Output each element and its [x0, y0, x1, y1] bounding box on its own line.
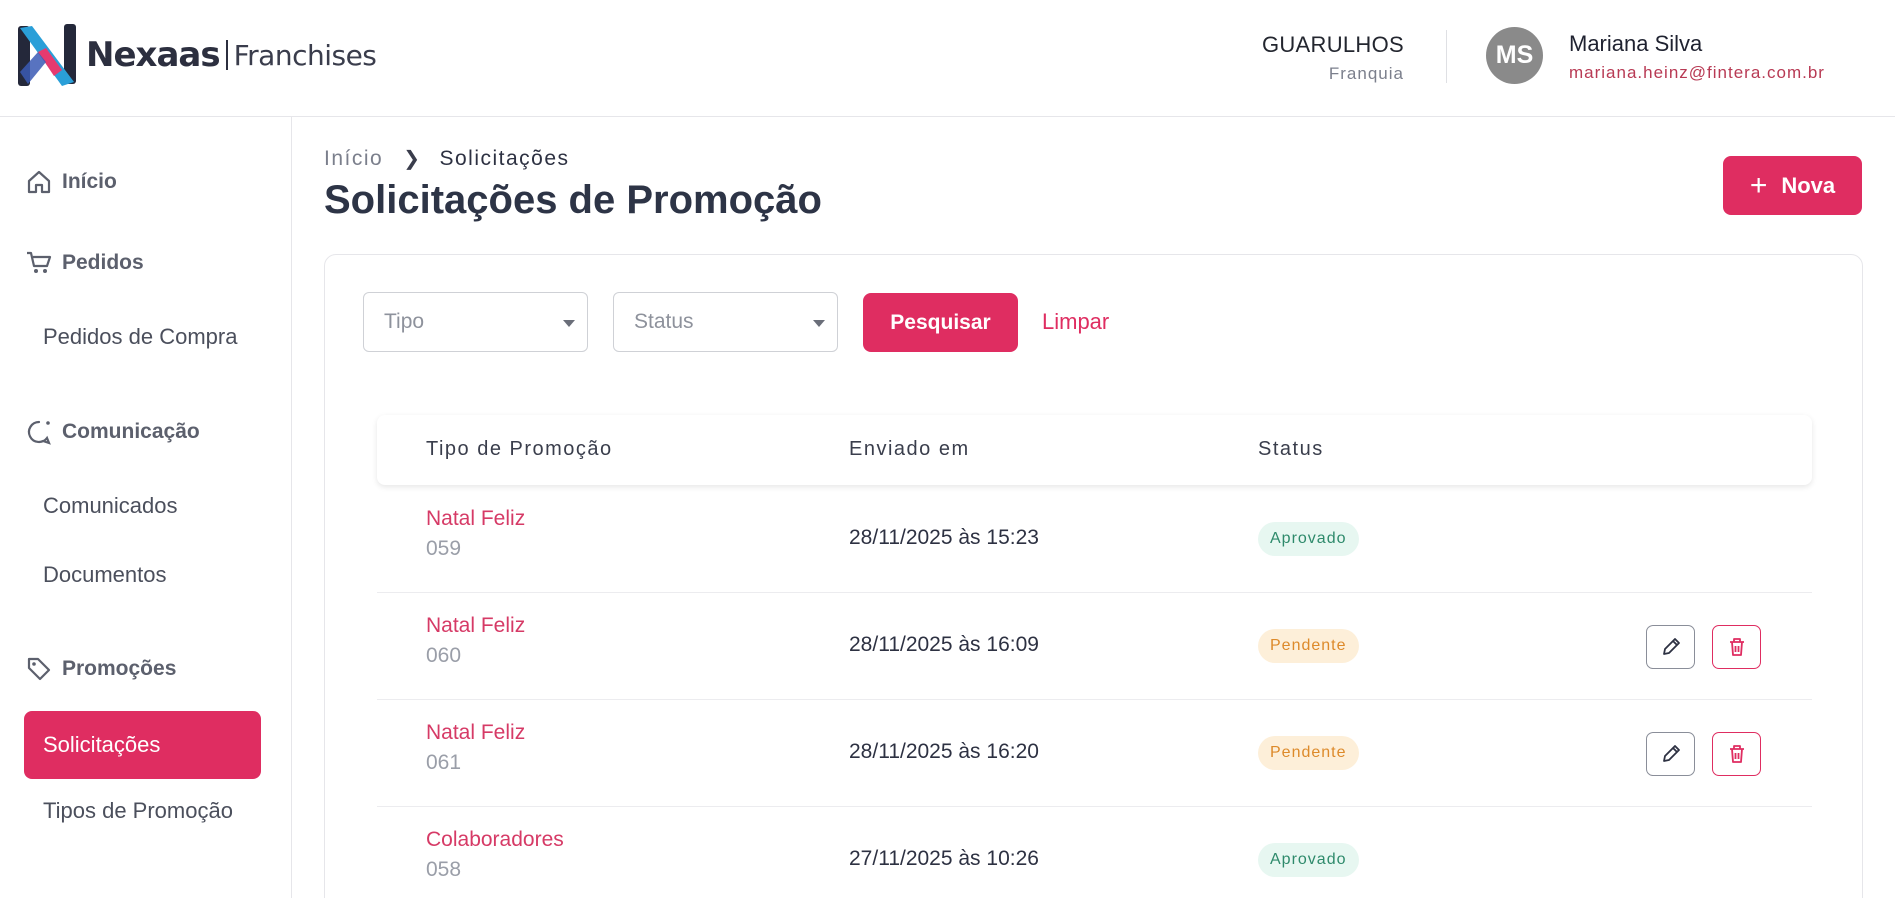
- delete-button[interactable]: [1712, 625, 1761, 669]
- sidebar-section-promotions[interactable]: Promoções: [26, 656, 176, 682]
- sent-date: 27/11/2025 às 10:26: [849, 847, 1039, 870]
- table-row[interactable]: Natal Feliz 059 28/11/2025 às 15:23 Apro…: [377, 486, 1812, 593]
- status-filter-placeholder: Status: [634, 310, 694, 333]
- promotion-type-link[interactable]: Natal Feliz: [426, 721, 525, 745]
- sent-date: 28/11/2025 às 16:09: [849, 633, 1039, 656]
- sidebar-item-label: Promoções: [62, 657, 177, 680]
- table-header: Tipo de Promoção Enviado em Status: [377, 415, 1812, 485]
- sidebar-item-requests[interactable]: Solicitações: [24, 711, 261, 779]
- status-badge: Pendente: [1258, 736, 1359, 770]
- breadcrumb-current: Solicitações: [439, 146, 570, 170]
- home-icon: [27, 170, 51, 194]
- edit-button[interactable]: [1646, 625, 1695, 669]
- branch-selector[interactable]: GUARULHOS Franquia: [1262, 32, 1404, 84]
- user-info[interactable]: Mariana Silva mariana.heinz@fintera.com.…: [1569, 31, 1825, 83]
- caret-down-icon: [813, 320, 825, 327]
- brand-subtitle: Franchises: [233, 38, 377, 72]
- brand-separator: [225, 40, 228, 70]
- search-button[interactable]: Pesquisar: [863, 293, 1018, 352]
- sent-date: 28/11/2025 às 16:20: [849, 740, 1039, 763]
- sidebar-item-label: Início: [62, 170, 117, 193]
- promotion-type-link[interactable]: Colaboradores: [426, 828, 564, 852]
- edit-button[interactable]: [1646, 732, 1695, 776]
- column-header-sent: Enviado em: [849, 438, 970, 460]
- sidebar-item-documents[interactable]: Documentos: [43, 562, 167, 588]
- user-email: mariana.heinz@fintera.com.br: [1569, 63, 1825, 82]
- caret-down-icon: [563, 320, 575, 327]
- breadcrumb-home[interactable]: Início: [324, 147, 383, 171]
- header-divider: [1446, 30, 1447, 83]
- brand-logo[interactable]: Nexaas Franchises: [16, 22, 377, 88]
- status-badge: Aprovado: [1258, 522, 1359, 556]
- branch-name: GUARULHOS: [1261, 32, 1404, 57]
- column-header-type: Tipo de Promoção: [426, 438, 613, 460]
- type-filter-select[interactable]: Tipo: [363, 292, 588, 352]
- status-filter-select[interactable]: Status: [613, 292, 838, 352]
- branch-type: Franquia: [1328, 64, 1404, 83]
- sidebar-item-announcements[interactable]: Comunicados: [43, 493, 178, 519]
- plus-icon: +: [1749, 168, 1768, 202]
- clear-filters-link[interactable]: Limpar: [1042, 309, 1109, 335]
- chevron-right-icon: ❯: [403, 148, 422, 170]
- promotion-type-link[interactable]: Natal Feliz: [426, 507, 525, 531]
- table-row[interactable]: Natal Feliz 061 28/11/2025 às 16:20 Pend…: [377, 700, 1812, 807]
- type-filter-placeholder: Tipo: [384, 310, 425, 333]
- brand-name: Nexaas: [86, 35, 221, 75]
- chat-icon: [27, 420, 51, 445]
- sidebar-item-label: Pedidos: [62, 251, 144, 274]
- cart-icon: [27, 251, 52, 273]
- sidebar: Início Pedidos Pedidos de Compra Comunic…: [0, 117, 292, 898]
- sidebar-item-purchase-orders[interactable]: Pedidos de Compra: [43, 324, 237, 350]
- sidebar-section-orders[interactable]: Pedidos: [26, 250, 144, 276]
- promotion-type-link[interactable]: Natal Feliz: [426, 614, 525, 638]
- promotion-number: 058: [426, 858, 462, 881]
- column-header-status: Status: [1258, 438, 1324, 460]
- sidebar-section-communication[interactable]: Comunicação: [26, 419, 200, 445]
- status-badge: Aprovado: [1258, 843, 1359, 877]
- table-row[interactable]: Colaboradores 058 27/11/2025 às 10:26 Ap…: [377, 807, 1812, 898]
- new-request-button[interactable]: + Nova: [1723, 156, 1862, 215]
- sidebar-item-home[interactable]: Início: [26, 169, 117, 195]
- promotion-number: 061: [426, 751, 462, 774]
- pencil-icon: [1662, 638, 1680, 655]
- sidebar-item-promo-types[interactable]: Tipos de Promoção: [43, 798, 233, 824]
- tag-icon: [27, 657, 51, 681]
- nexaas-logo-icon: [18, 24, 76, 86]
- avatar[interactable]: MS: [1486, 27, 1543, 84]
- status-badge: Pendente: [1258, 629, 1359, 663]
- user-name: Mariana Silva: [1569, 31, 1703, 56]
- new-button-label: Nova: [1781, 172, 1836, 198]
- page-title: Solicitações de Promoção: [324, 178, 822, 222]
- promotion-number: 059: [426, 537, 462, 560]
- trash-icon: [1729, 638, 1744, 656]
- trash-icon: [1729, 745, 1744, 763]
- sent-date: 28/11/2025 às 15:23: [849, 526, 1039, 549]
- breadcrumb: Início ❯ Solicitações: [324, 146, 570, 171]
- sidebar-item-label: Comunicação: [62, 420, 200, 443]
- table-row[interactable]: Natal Feliz 060 28/11/2025 às 16:09 Pend…: [377, 593, 1812, 700]
- delete-button[interactable]: [1712, 732, 1761, 776]
- promotion-number: 060: [426, 644, 462, 667]
- pencil-icon: [1662, 745, 1680, 762]
- top-header: Nexaas Franchises GUARULHOS Franquia MS …: [0, 0, 1895, 117]
